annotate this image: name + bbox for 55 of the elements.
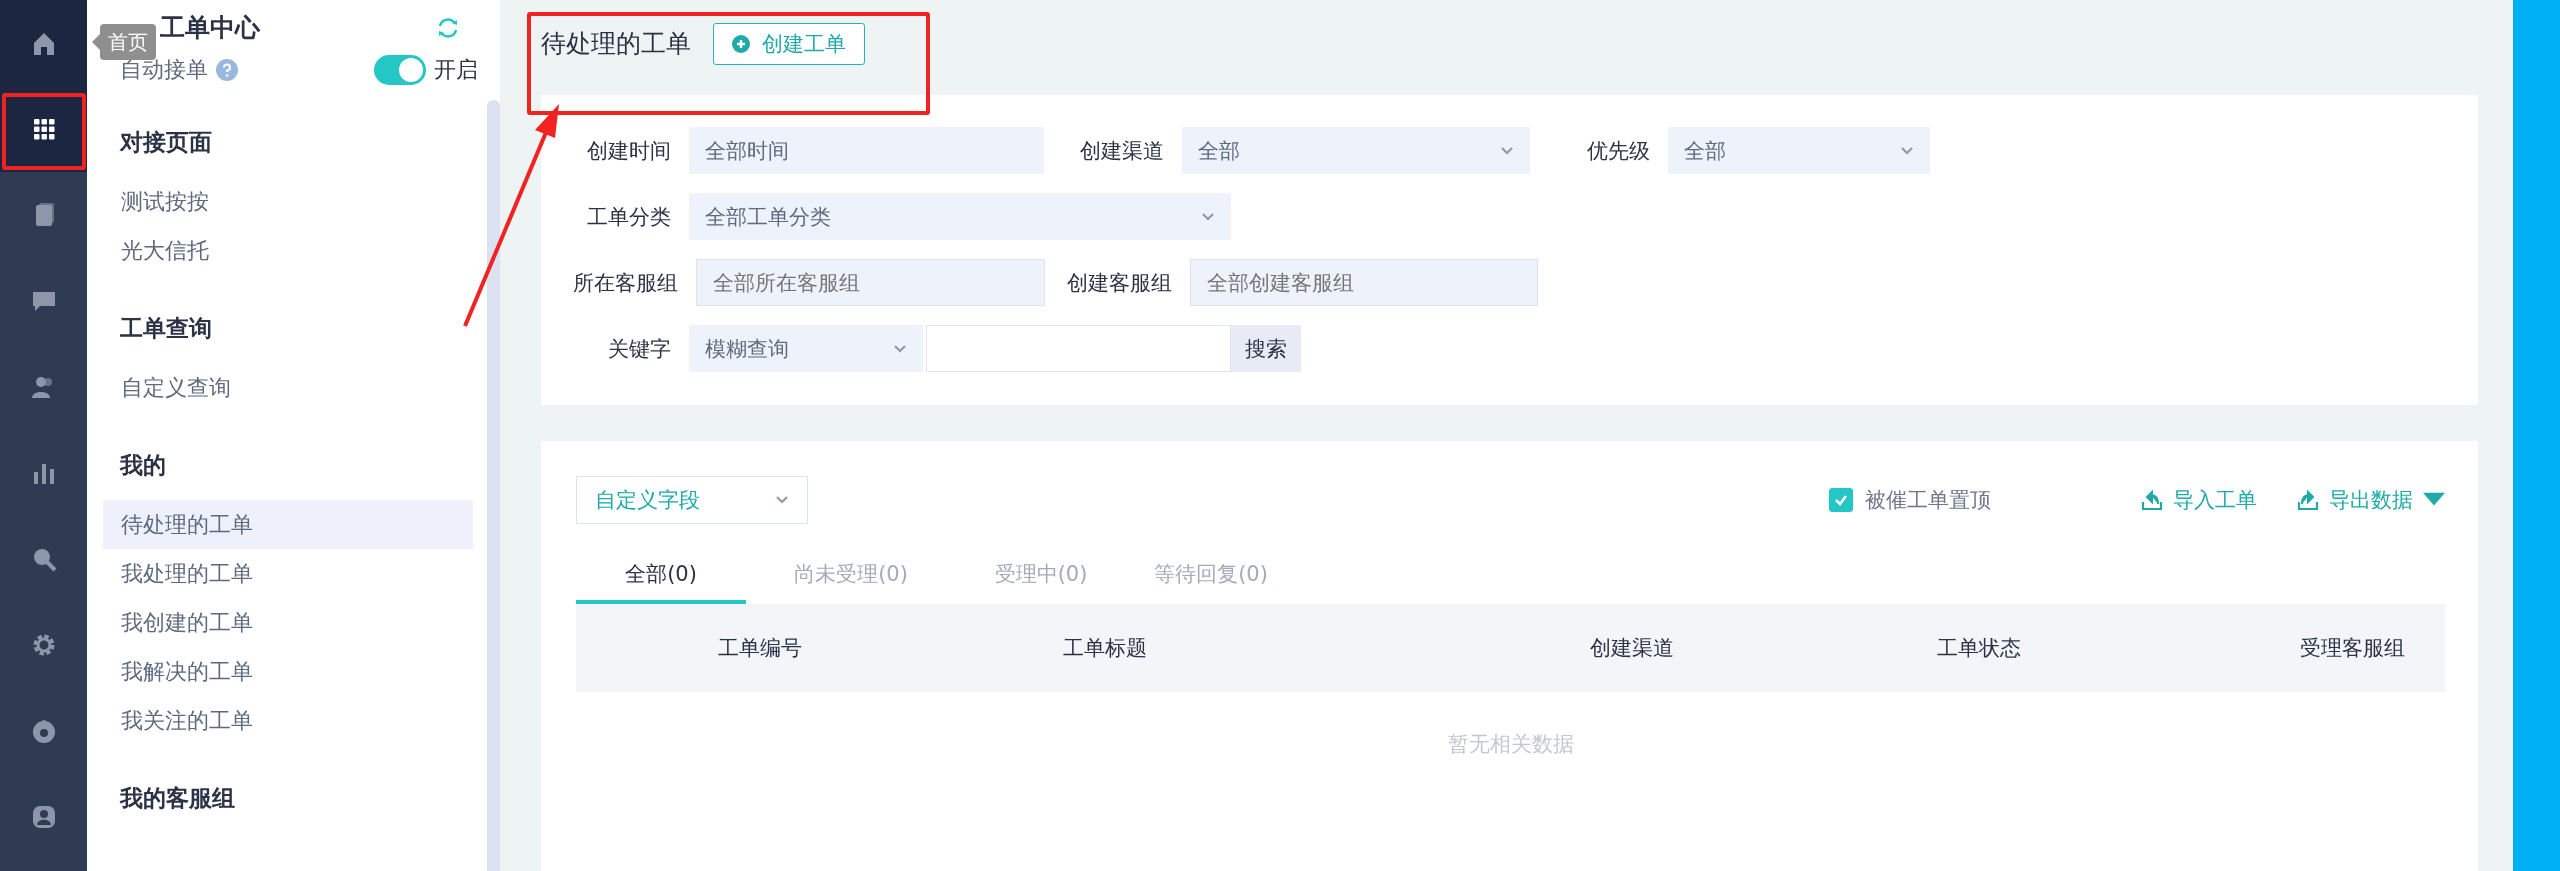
refresh-icon[interactable] [436, 15, 460, 40]
section-title: 对接页面 [120, 128, 213, 157]
column-header: 受理客服组 [2300, 635, 2405, 662]
section-title: 我的客服组 [120, 784, 236, 813]
menu-item[interactable]: 测试按按 [103, 177, 473, 226]
import-button[interactable]: 导入工单 [2141, 486, 2257, 514]
select-field[interactable]: 全部 [1668, 127, 1930, 174]
empty-message: 暂无相关数据 [1446, 731, 1575, 758]
toggle-switch[interactable] [374, 55, 426, 85]
filter-label: 创建客服组 [1067, 269, 1172, 297]
chevron-icon [893, 343, 907, 354]
menu-item[interactable]: 光大信托 [103, 226, 473, 275]
checkbox-label: 被催工单置顶 [1865, 487, 1991, 514]
chevron-icon [775, 495, 789, 505]
menu-item[interactable]: 我解决的工单 [103, 647, 473, 696]
page-title: 待处理的工单 [541, 28, 691, 60]
panel-title: 工单中心 [160, 12, 260, 44]
checkbox[interactable] [1829, 488, 1853, 512]
filter-label: 优先级 [1586, 137, 1650, 165]
match-select[interactable]: 模糊查询 [689, 325, 923, 372]
tooltip: 首页 [100, 24, 156, 60]
custom-fields-select[interactable]: 自定义字段 [576, 476, 808, 524]
date-field[interactable]: 全部时间 [689, 127, 1044, 174]
plus-icon [732, 34, 750, 53]
search-button[interactable]: 搜索 [1231, 325, 1301, 372]
input-field[interactable]: 全部所在客服组 [696, 259, 1045, 306]
upload-icon [2141, 489, 2163, 511]
filter-label: 创建渠道 [1079, 137, 1164, 165]
column-header: 工单标题 [1063, 635, 1147, 662]
filter-label: 关键字 [607, 335, 671, 363]
scrollbar[interactable] [487, 100, 500, 871]
section-title: 我的 [120, 451, 167, 480]
filter-label: 创建时间 [586, 137, 671, 165]
filter-label: 所在客服组 [573, 269, 678, 297]
column-header: 工单编号 [718, 635, 802, 662]
menu-item[interactable]: 我处理的工单 [103, 549, 473, 598]
chevron-icon [1900, 145, 1914, 156]
chevron-icon [1500, 145, 1514, 156]
column-header: 创建渠道 [1590, 635, 1674, 662]
toggle-label: 开启 [434, 56, 478, 84]
input-field[interactable]: 全部创建客服组 [1190, 259, 1538, 306]
export-button[interactable]: 导出数据 [2297, 486, 2445, 514]
menu-item[interactable]: 待处理的工单 [103, 500, 473, 549]
select-field[interactable]: 全部工单分类 [689, 193, 1231, 240]
select-field[interactable]: 全部 [1182, 127, 1530, 174]
keyword-field[interactable] [926, 325, 1231, 372]
menu-item[interactable]: 我创建的工单 [103, 598, 473, 647]
section-title: 工单查询 [120, 314, 213, 343]
filter-label: 工单分类 [586, 203, 671, 231]
menu-item[interactable]: 自定义查询 [103, 363, 473, 412]
column-header: 工单状态 [1937, 635, 2021, 662]
share-icon [2297, 489, 2319, 511]
create-button[interactable]: 创建工单 [713, 22, 865, 65]
menu-item[interactable]: 我关注的工单 [103, 696, 473, 745]
chevron-icon [1201, 211, 1215, 222]
